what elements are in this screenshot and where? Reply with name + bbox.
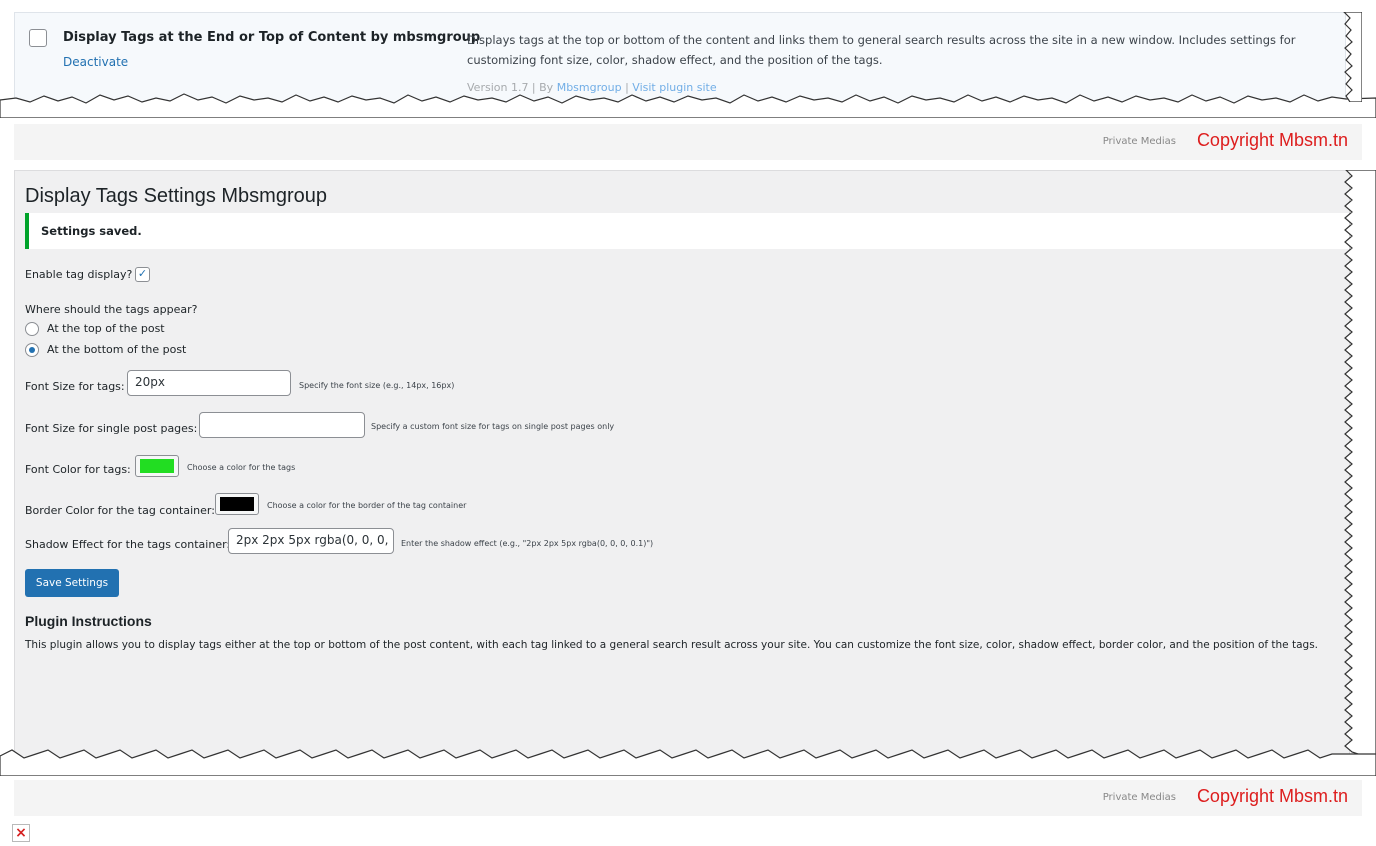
- plugin-name: Display Tags at the End or Top of Conten…: [63, 30, 481, 45]
- footer-strip: Private Medias Copyright Mbsm.tn: [14, 124, 1362, 160]
- font-color-picker[interactable]: [135, 455, 179, 477]
- visit-plugin-site-link[interactable]: Visit plugin site: [632, 81, 716, 94]
- font-color-swatch: [140, 459, 174, 473]
- footer-strip-2: Private Medias Copyright Mbsm.tn: [14, 780, 1362, 816]
- font-color-label: Font Color for tags:: [25, 463, 131, 476]
- copyright-label: Copyright Mbsm.tn: [1196, 786, 1348, 806]
- border-color-label: Border Color for the tag container:: [25, 504, 215, 517]
- shadow-effect-hint: Enter the shadow effect (e.g., "2px 2px …: [401, 539, 654, 548]
- page-title: Display Tags Settings Mbsmgroup: [25, 185, 327, 207]
- deactivate-link[interactable]: Deactivate: [63, 55, 128, 69]
- plugin-select-checkbox[interactable]: [29, 29, 47, 47]
- instructions-heading: Plugin Instructions: [25, 613, 152, 629]
- shadow-effect-input[interactable]: 2px 2px 5px rgba(0, 0, 0, 0.1): [228, 528, 394, 554]
- font-size-input[interactable]: 20px: [127, 370, 291, 396]
- position-question: Where should the tags appear?: [25, 303, 198, 316]
- plugin-row-card: Display Tags at the End or Top of Conten…: [14, 12, 1346, 106]
- settings-card: Display Tags Settings Mbsmgroup Settings…: [14, 170, 1350, 760]
- border-color-picker[interactable]: [215, 493, 259, 515]
- copyright-label: Copyright Mbsm.tn: [1196, 130, 1348, 150]
- plugin-version-line: Version 1.7 | By Mbsmgroup | Visit plugi…: [467, 81, 717, 94]
- enable-tag-label: Enable tag display?: [25, 268, 133, 281]
- notice-text: Settings saved.: [41, 224, 142, 238]
- settings-saved-notice: Settings saved.: [25, 213, 1349, 249]
- broken-image-icon: ×: [12, 824, 30, 842]
- version-separator: |: [621, 81, 633, 94]
- single-font-size-label: Font Size for single post pages:: [25, 422, 198, 435]
- private-medias-label: Private Medias: [1102, 792, 1176, 803]
- author-link[interactable]: Mbsmgroup: [557, 81, 622, 94]
- font-color-hint: Choose a color for the tags: [187, 463, 296, 472]
- private-medias-label: Private Medias: [1102, 136, 1176, 147]
- font-size-label: Font Size for tags:: [25, 380, 125, 393]
- enable-tag-checkbox[interactable]: ✓: [135, 267, 150, 282]
- radio-bottom-of-post[interactable]: [25, 343, 39, 357]
- font-size-hint: Specify the font size (e.g., 14px, 16px): [299, 381, 455, 390]
- single-font-size-input[interactable]: [199, 412, 365, 438]
- save-settings-button[interactable]: Save Settings: [25, 569, 119, 597]
- radio-bottom-label: At the bottom of the post: [47, 343, 187, 356]
- checkmark-icon: ✓: [137, 267, 148, 280]
- border-color-hint: Choose a color for the border of the tag…: [267, 501, 467, 510]
- border-color-swatch: [220, 497, 254, 511]
- radio-top-label: At the top of the post: [47, 322, 165, 335]
- instructions-text: This plugin allows you to display tags e…: [25, 639, 1319, 651]
- version-text: Version 1.7 | By: [467, 81, 557, 94]
- radio-top-of-post[interactable]: [25, 322, 39, 336]
- shadow-effect-label: Shadow Effect for the tags container:: [25, 538, 231, 551]
- plugin-description: Displays tags at the top or bottom of th…: [467, 33, 1296, 67]
- single-font-size-hint: Specify a custom font size for tags on s…: [371, 422, 615, 431]
